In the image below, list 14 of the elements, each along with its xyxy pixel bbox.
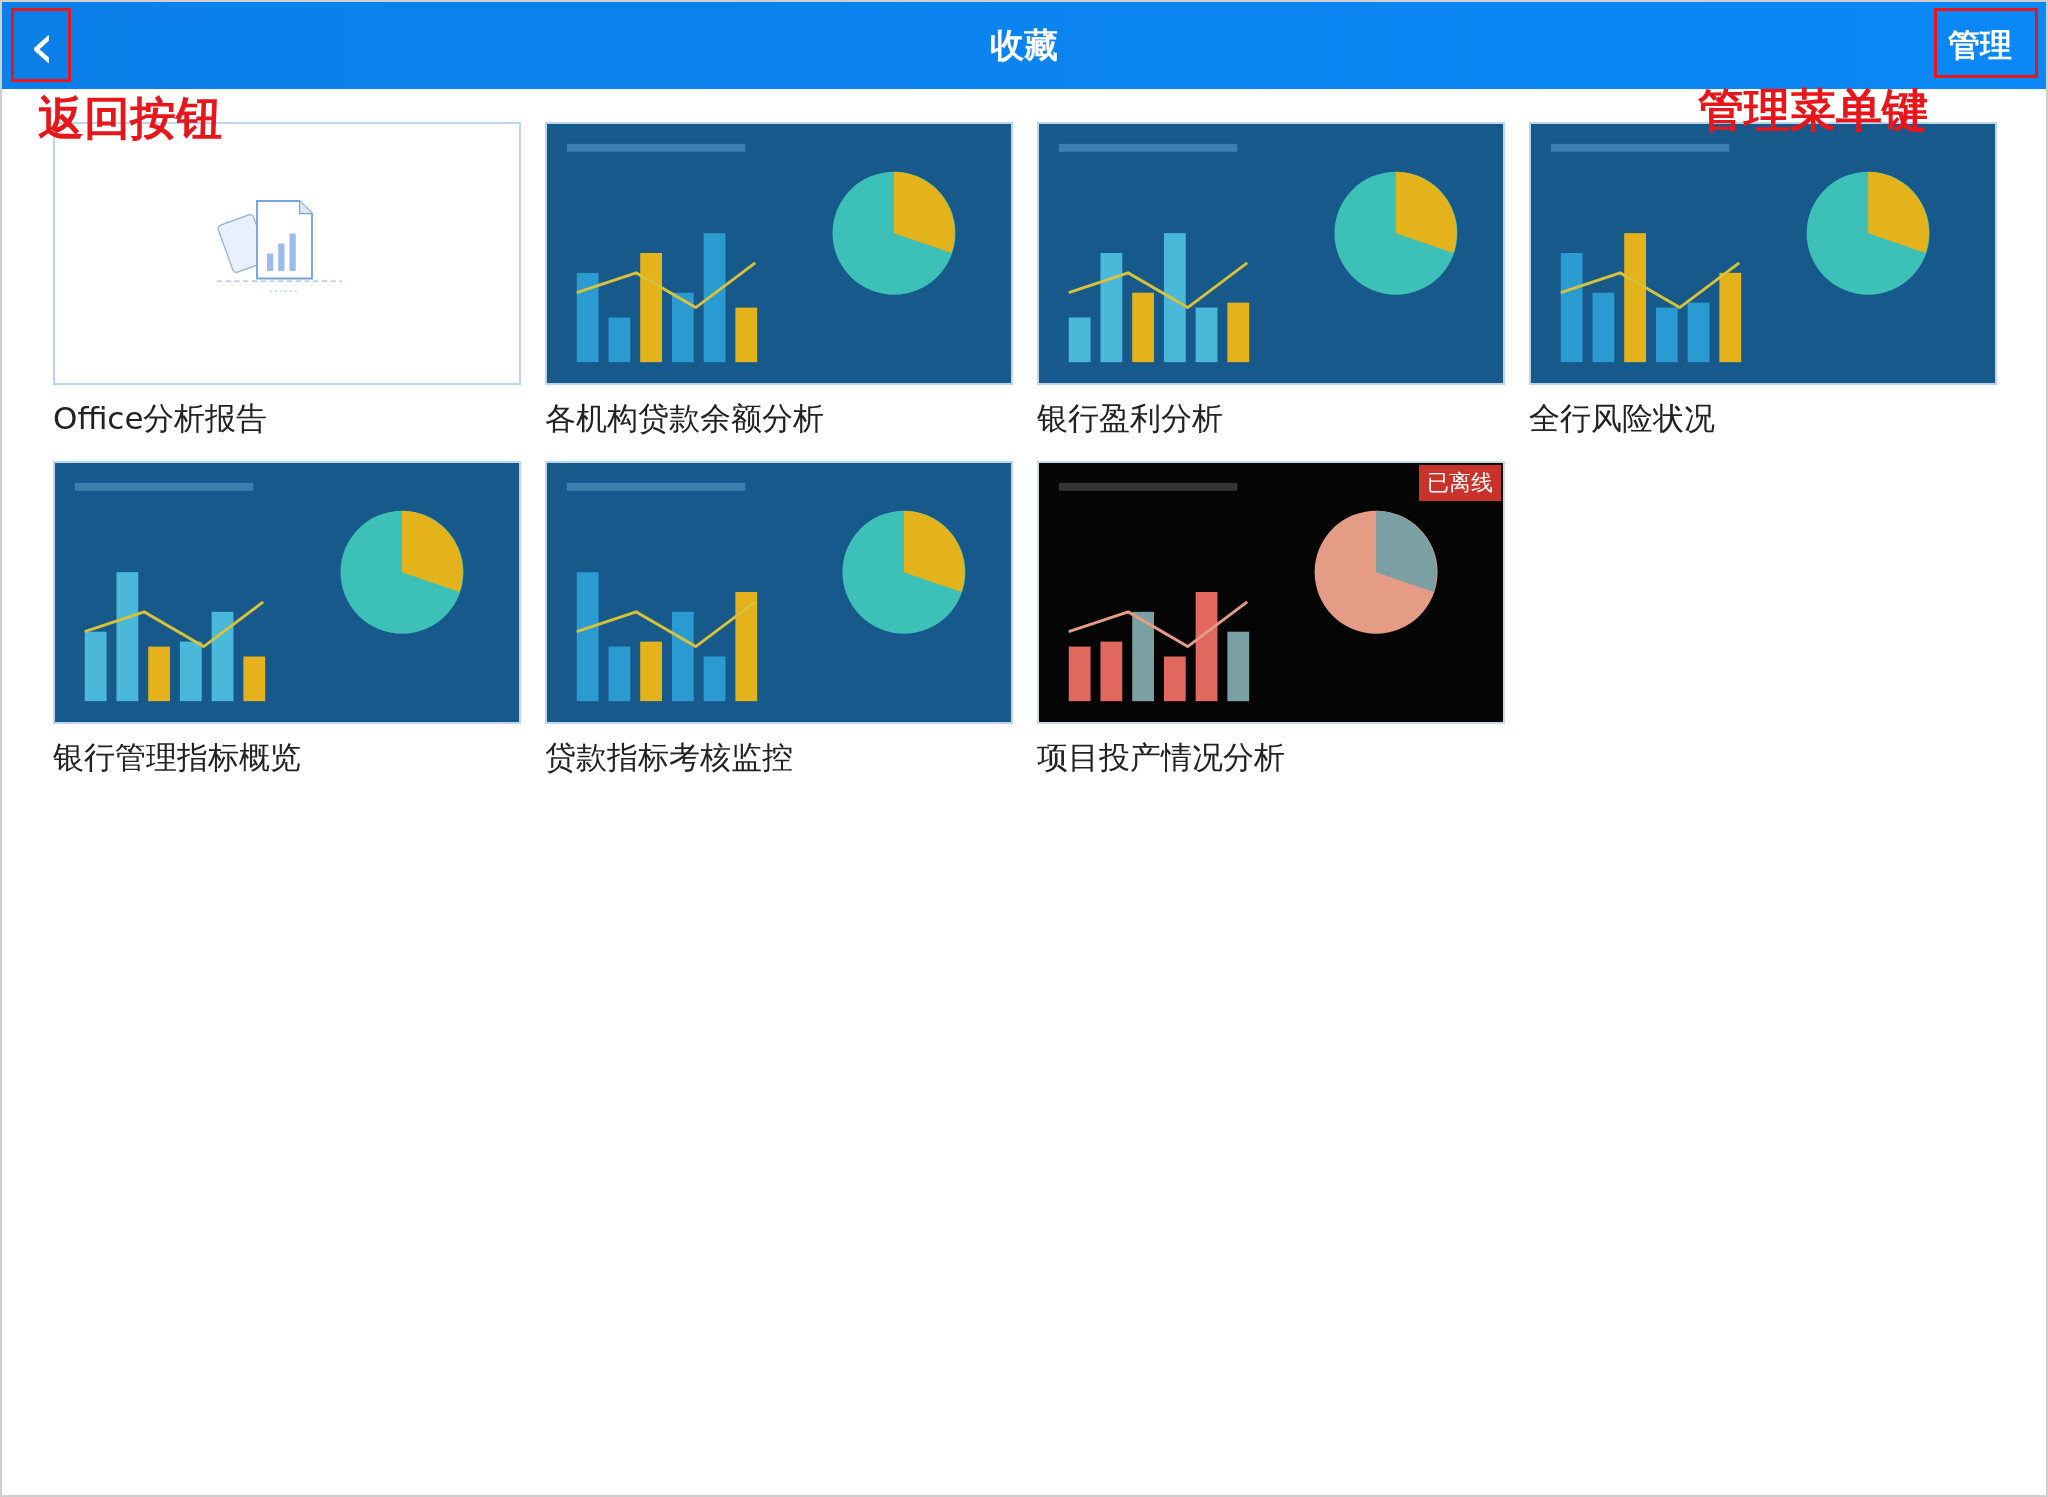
offline-badge: 已离线 — [1419, 465, 1501, 501]
report-title[interactable]: Office分析报告 — [53, 397, 521, 439]
report-title[interactable]: 全行风险状况 — [1529, 397, 1997, 439]
report-title[interactable]: 银行管理指标概览 — [53, 736, 521, 778]
report-title[interactable]: 各机构贷款余额分析 — [545, 397, 1013, 439]
page-title: 收藏 — [990, 23, 1058, 67]
manage-button[interactable]: 管理 — [1936, 16, 2024, 76]
annotation-label: 返回按钮 — [38, 90, 222, 147]
report-thumbnail[interactable]: 已离线 — [1037, 461, 1505, 724]
report-title[interactable]: 贷款指标考核监控 — [545, 736, 1013, 778]
annotation-label: 管理菜单键 — [1698, 82, 1928, 139]
report-title[interactable]: 项目投产情况分析 — [1037, 736, 1505, 778]
back-button[interactable]: ‹ — [16, 14, 68, 78]
report-title[interactable]: 银行盈利分析 — [1037, 397, 1505, 439]
